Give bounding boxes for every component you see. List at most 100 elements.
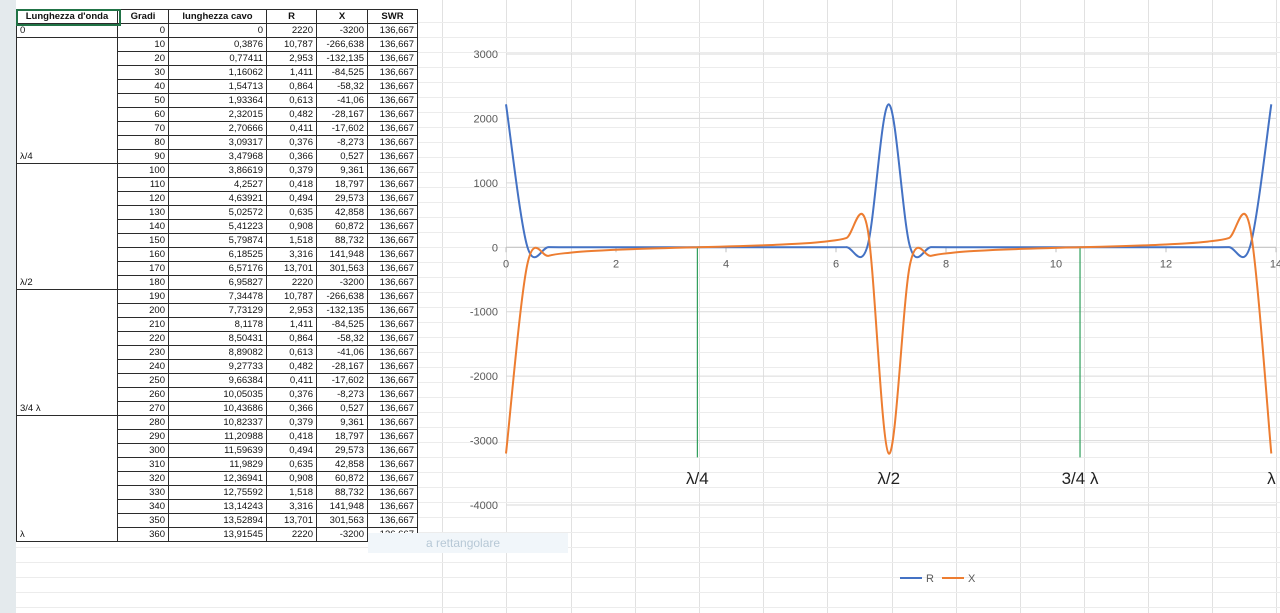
wavelength-cell[interactable]	[16, 289, 118, 304]
r-cell[interactable]: 0,411	[266, 121, 317, 136]
r-cell[interactable]: 1,518	[266, 233, 317, 248]
swr-cell[interactable]: 136,667	[367, 149, 418, 164]
x-cell[interactable]: 141,948	[316, 247, 368, 262]
r-cell[interactable]: 0,908	[266, 219, 317, 234]
swr-cell[interactable]: 136,667	[367, 205, 418, 220]
gradi-cell[interactable]: 350	[117, 513, 169, 528]
r-cell[interactable]: 10,787	[266, 289, 317, 304]
swr-cell[interactable]: 136,667	[367, 485, 418, 500]
header-x[interactable]: X	[316, 9, 368, 24]
swr-cell[interactable]: 136,667	[367, 191, 418, 206]
wavelength-cell[interactable]	[16, 37, 118, 52]
gradi-cell[interactable]: 20	[117, 51, 169, 66]
lunghezza-cell[interactable]: 9,27733	[168, 359, 267, 374]
r-cell[interactable]: 2220	[266, 527, 317, 542]
r-cell[interactable]: 0,379	[266, 163, 317, 178]
gradi-cell[interactable]: 120	[117, 191, 169, 206]
r-cell[interactable]: 0,411	[266, 373, 317, 388]
gradi-cell[interactable]: 140	[117, 219, 169, 234]
r-cell[interactable]: 2,953	[266, 303, 317, 318]
gradi-cell[interactable]: 80	[117, 135, 169, 150]
lunghezza-cell[interactable]: 6,18525	[168, 247, 267, 262]
header-r[interactable]: R	[266, 9, 317, 24]
x-cell[interactable]: 42,858	[316, 205, 368, 220]
wavelength-cell[interactable]	[16, 359, 118, 374]
header-lunghezza-cavo[interactable]: lunghezza cavo	[168, 9, 267, 24]
r-cell[interactable]: 3,316	[266, 247, 317, 262]
lunghezza-cell[interactable]: 3,47968	[168, 149, 267, 164]
r-cell[interactable]: 0,635	[266, 457, 317, 472]
x-cell[interactable]: -266,638	[316, 289, 368, 304]
wavelength-cell[interactable]	[16, 331, 118, 346]
x-cell[interactable]: 0,527	[316, 401, 368, 416]
r-cell[interactable]: 0,376	[266, 387, 317, 402]
swr-cell[interactable]: 136,667	[367, 219, 418, 234]
x-cell[interactable]: -84,525	[316, 317, 368, 332]
wavelength-cell[interactable]	[16, 79, 118, 94]
gradi-cell[interactable]: 310	[117, 457, 169, 472]
x-cell[interactable]: -8,273	[316, 135, 368, 150]
swr-cell[interactable]: 136,667	[367, 443, 418, 458]
wavelength-cell[interactable]	[16, 457, 118, 472]
wavelength-cell[interactable]	[16, 373, 118, 388]
gradi-cell[interactable]: 0	[117, 23, 169, 38]
wavelength-cell[interactable]	[16, 429, 118, 444]
gradi-cell[interactable]: 30	[117, 65, 169, 80]
r-cell[interactable]: 0,379	[266, 415, 317, 430]
x-cell[interactable]: 18,797	[316, 429, 368, 444]
gradi-cell[interactable]: 70	[117, 121, 169, 136]
swr-cell[interactable]: 136,667	[367, 415, 418, 430]
x-cell[interactable]: 301,563	[316, 261, 368, 276]
swr-cell[interactable]: 136,667	[367, 513, 418, 528]
wavelength-cell[interactable]: λ/2	[16, 275, 118, 290]
gradi-cell[interactable]: 190	[117, 289, 169, 304]
wavelength-cell[interactable]	[16, 303, 118, 318]
swr-cell[interactable]: 136,667	[367, 499, 418, 514]
r-cell[interactable]: 0,366	[266, 401, 317, 416]
lunghezza-cell[interactable]: 4,2527	[168, 177, 267, 192]
swr-cell[interactable]: 136,667	[367, 345, 418, 360]
wavelength-cell[interactable]	[16, 135, 118, 150]
lunghezza-cell[interactable]: 3,86619	[168, 163, 267, 178]
gradi-cell[interactable]: 340	[117, 499, 169, 514]
wavelength-cell[interactable]	[16, 121, 118, 136]
swr-cell[interactable]: 136,667	[367, 401, 418, 416]
swr-cell[interactable]: 136,667	[367, 373, 418, 388]
x-cell[interactable]: -266,638	[316, 37, 368, 52]
gradi-cell[interactable]: 160	[117, 247, 169, 262]
gradi-cell[interactable]: 210	[117, 317, 169, 332]
wavelength-cell[interactable]	[16, 177, 118, 192]
wavelength-cell[interactable]: λ/4	[16, 149, 118, 164]
lunghezza-cell[interactable]: 10,43686	[168, 401, 267, 416]
r-cell[interactable]: 0,418	[266, 177, 317, 192]
r-cell[interactable]: 2,953	[266, 51, 317, 66]
lunghezza-cell[interactable]: 12,36941	[168, 471, 267, 486]
lunghezza-cell[interactable]: 10,82337	[168, 415, 267, 430]
gradi-cell[interactable]: 230	[117, 345, 169, 360]
r-cell[interactable]: 0,908	[266, 471, 317, 486]
r-cell[interactable]: 0,494	[266, 191, 317, 206]
r-cell[interactable]: 0,482	[266, 107, 317, 122]
x-cell[interactable]: 60,872	[316, 219, 368, 234]
r-cell[interactable]: 2220	[266, 23, 317, 38]
swr-cell[interactable]: 136,667	[367, 457, 418, 472]
swr-cell[interactable]: 136,667	[367, 261, 418, 276]
gradi-cell[interactable]: 260	[117, 387, 169, 402]
x-cell[interactable]: 60,872	[316, 471, 368, 486]
wavelength-cell[interactable]	[16, 485, 118, 500]
lunghezza-cell[interactable]: 4,63921	[168, 191, 267, 206]
wavelength-cell[interactable]	[16, 163, 118, 178]
r-cell[interactable]: 0,376	[266, 135, 317, 150]
gradi-cell[interactable]: 110	[117, 177, 169, 192]
lunghezza-cell[interactable]: 8,89082	[168, 345, 267, 360]
r-cell[interactable]: 0,613	[266, 93, 317, 108]
gradi-cell[interactable]: 130	[117, 205, 169, 220]
r-cell[interactable]: 3,316	[266, 499, 317, 514]
wavelength-cell[interactable]	[16, 51, 118, 66]
r-cell[interactable]: 1,518	[266, 485, 317, 500]
gradi-cell[interactable]: 50	[117, 93, 169, 108]
lunghezza-cell[interactable]: 5,41223	[168, 219, 267, 234]
wavelength-cell[interactable]: λ	[16, 527, 118, 542]
lunghezza-cell[interactable]: 13,52894	[168, 513, 267, 528]
x-cell[interactable]: -132,135	[316, 303, 368, 318]
